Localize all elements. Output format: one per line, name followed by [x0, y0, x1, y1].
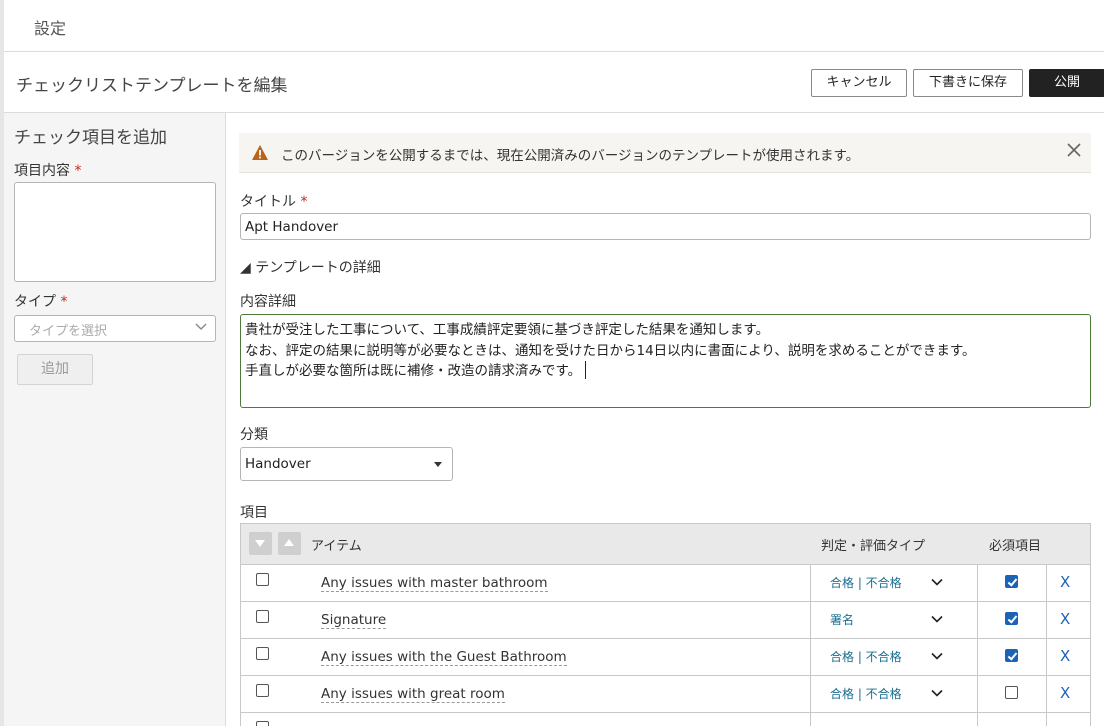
column-divider	[1046, 713, 1047, 726]
table-row: Any issues with the Guest Bathroom 合格 | …	[241, 639, 1090, 676]
item-content-label: 項目内容 *	[14, 160, 81, 180]
chevron-down-icon[interactable]	[931, 650, 943, 662]
warning-icon	[252, 145, 268, 160]
item-name[interactable]: Any issues with the Guest Bathroom	[321, 649, 567, 666]
warning-message: このバージョンを公開するまでは、現在公開済みのバージョンのテンプレートが使用され…	[281, 148, 860, 164]
category-value: Handover	[245, 456, 311, 472]
close-icon[interactable]	[1065, 141, 1083, 159]
item-name[interactable]: Any issues with master bathroom	[321, 575, 548, 592]
chevron-down-icon	[195, 323, 207, 330]
required-checkbox[interactable]	[1005, 612, 1018, 625]
table-row: Signature 署名 X	[241, 602, 1090, 639]
move-up-button[interactable]	[278, 532, 301, 555]
eval-type-cell: 合格 | 不合格	[810, 565, 978, 601]
description-line: なお、評定の結果に説明等が必要なときは、通知を受けた日から14日以内に書面により…	[245, 342, 976, 359]
column-divider	[1046, 676, 1047, 712]
template-editor: このバージョンを公開するまでは、現在公開済みのバージョンのテンプレートが使用され…	[227, 113, 1104, 726]
row-select-checkbox[interactable]	[256, 647, 269, 660]
page-title: チェックリストテンプレートを編集	[16, 76, 288, 96]
table-row: Any issues with great room 合格 | 不合格 X	[241, 676, 1090, 713]
description-line-text: 手直しが必要な箇所は既に補修・改造の請求済みです。	[245, 363, 582, 379]
row-select-checkbox[interactable]	[256, 684, 269, 697]
column-header-required: 必須項目	[989, 539, 1042, 554]
items-label: 項目	[240, 505, 268, 521]
template-details-toggle[interactable]: ◢ テンプレートの詳細	[240, 257, 381, 277]
row-select-checkbox[interactable]	[256, 610, 269, 623]
description-line: 手直しが必要な箇所は既に補修・改造の請求済みです。	[245, 361, 1086, 382]
delete-item-button[interactable]: X	[1060, 684, 1070, 702]
eval-type-cell: 合格 | 不合格	[810, 676, 978, 712]
eval-type-value[interactable]: 合格 | 不合格	[830, 648, 902, 665]
column-header-item: アイテム	[311, 539, 362, 554]
eval-type-cell: 署名	[810, 602, 978, 638]
top-bar: 設定	[4, 0, 1104, 52]
chevron-down-icon[interactable]	[931, 687, 943, 699]
column-divider	[1046, 565, 1047, 601]
add-item-button[interactable]: 追加	[17, 354, 93, 385]
table-row	[241, 713, 1090, 726]
eval-type-cell	[810, 713, 978, 726]
required-checkbox[interactable]	[1005, 575, 1018, 588]
title-label: タイトル *	[240, 191, 307, 211]
delete-item-button[interactable]: X	[1060, 647, 1070, 665]
column-divider	[1046, 602, 1047, 638]
title-input[interactable]: Apt Handover	[240, 213, 1091, 240]
type-label: タイプ *	[14, 291, 67, 311]
move-down-icon	[255, 540, 265, 547]
chevron-down-icon[interactable]	[931, 613, 943, 625]
required-mark: *	[300, 194, 308, 210]
eval-type-value[interactable]: 合格 | 不合格	[830, 574, 902, 591]
move-down-button[interactable]	[249, 532, 272, 555]
row-select-checkbox[interactable]	[256, 573, 269, 586]
description-label: 内容詳細	[240, 294, 296, 310]
description-line: 貴社が受注した工事について、工事成績評定要領に基づき評定した結果を通知します。	[245, 322, 770, 338]
caret-down-icon	[434, 462, 442, 467]
required-checkbox[interactable]	[1005, 686, 1018, 699]
cancel-button[interactable]: キャンセル	[811, 69, 907, 97]
eval-type-value[interactable]: 合格 | 不合格	[830, 685, 902, 702]
category-label: 分類	[240, 427, 268, 443]
warning-banner: このバージョンを公開するまでは、現在公開済みのバージョンのテンプレートが使用され…	[239, 133, 1091, 173]
table-header: アイテム 判定・評価タイプ 必須項目	[241, 524, 1090, 565]
item-content-label-text: 項目内容	[14, 163, 70, 179]
page-header: チェックリストテンプレートを編集 キャンセル 下書きに保存 公開	[4, 53, 1104, 113]
required-mark: *	[60, 294, 68, 310]
description-textarea[interactable]: 貴社が受注した工事について、工事成績評定要領に基づき評定した結果を通知します。 …	[240, 314, 1091, 408]
row-select-checkbox[interactable]	[256, 721, 269, 726]
add-item-heading: チェック項目を追加	[14, 128, 167, 148]
item-name[interactable]: Any issues with great room	[321, 686, 505, 703]
eval-type-cell: 合格 | 不合格	[810, 639, 978, 675]
publish-button[interactable]: 公開	[1029, 69, 1104, 97]
app-window: 設定 チェックリストテンプレートを編集 キャンセル 下書きに保存 公開 チェック…	[0, 0, 1104, 726]
category-select[interactable]: Handover	[240, 447, 453, 481]
type-select-placeholder: タイプを選択	[29, 324, 108, 339]
add-item-panel: チェック項目を追加 項目内容 * タイプ * タイプを選択 追加	[4, 113, 226, 726]
column-header-eval-type: 判定・評価タイプ	[821, 539, 926, 554]
delete-item-button[interactable]: X	[1060, 573, 1070, 591]
required-mark: *	[74, 163, 82, 179]
move-up-icon	[284, 539, 294, 546]
save-draft-button[interactable]: 下書きに保存	[913, 69, 1023, 97]
eval-type-value[interactable]: 署名	[830, 611, 854, 628]
text-caret	[585, 361, 587, 379]
item-name[interactable]: Signature	[321, 612, 387, 629]
type-label-text: タイプ	[14, 294, 56, 310]
chevron-down-icon[interactable]	[931, 576, 943, 588]
items-table: アイテム 判定・評価タイプ 必須項目 Any issues with maste…	[240, 523, 1091, 726]
column-divider	[1046, 639, 1047, 675]
breadcrumb-settings[interactable]: 設定	[34, 15, 66, 39]
delete-item-button[interactable]: X	[1060, 610, 1070, 628]
item-content-textarea[interactable]	[14, 182, 216, 282]
title-label-text: タイトル	[240, 194, 296, 210]
type-select[interactable]: タイプを選択	[14, 315, 216, 342]
table-row: Any issues with master bathroom 合格 | 不合格…	[241, 565, 1090, 602]
required-checkbox[interactable]	[1005, 649, 1018, 662]
